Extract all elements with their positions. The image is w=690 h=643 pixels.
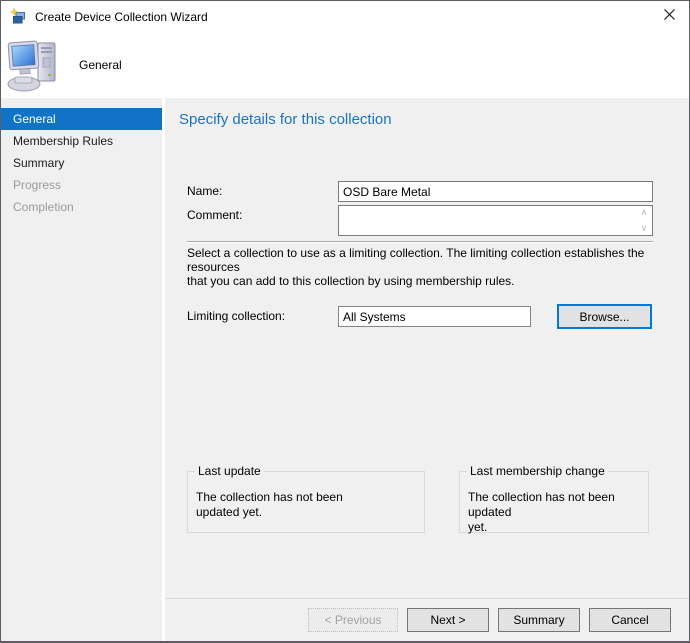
comment-scroll-up-icon[interactable]: ∧ (637, 208, 651, 217)
name-input[interactable] (338, 181, 653, 202)
last-membership-change-text: The collection has not been updated yet. (468, 490, 615, 534)
computer-icon (7, 36, 63, 94)
browse-button[interactable]: Browse... (557, 304, 652, 329)
last-update-title: Last update (195, 465, 264, 478)
last-update-groupbox: Last update The collection has not been … (187, 465, 425, 533)
wizard-steps-sidebar: General Membership Rules Summary Progres… (1, 98, 162, 641)
sidebar-item-general[interactable]: General (1, 108, 162, 130)
sidebar-item-progress: Progress (13, 178, 62, 192)
main-pane: Specify details for this collection Name… (165, 98, 689, 641)
footer-button-row: < Previous Next > Summary Cancel (308, 608, 671, 632)
close-icon (663, 8, 676, 26)
comment-input[interactable] (339, 206, 652, 235)
name-label: Name: (187, 184, 223, 198)
titlebar: Create Device Collection Wizard (1, 1, 689, 32)
wizard-header: General (1, 32, 689, 98)
next-button[interactable]: Next > (407, 608, 489, 632)
sidebar-item-completion: Completion (13, 200, 74, 214)
limiting-collection-input[interactable] (338, 306, 531, 327)
last-update-text: The collection has not been updated yet. (196, 490, 343, 519)
limiting-collection-description: Select a collection to use as a limiting… (187, 246, 645, 288)
comment-label: Comment: (187, 208, 243, 222)
comment-field-frame: ∧ ∨ (338, 205, 653, 236)
sidebar-item-summary[interactable]: Summary (1, 152, 162, 174)
summary-button[interactable]: Summary (498, 608, 580, 632)
sidebar-item-membership-rules[interactable]: Membership Rules (1, 130, 162, 152)
limiting-collection-label: Limiting collection: (187, 309, 286, 323)
footer-separator (165, 598, 689, 599)
window-title: Create Device Collection Wizard (35, 9, 208, 24)
create-device-collection-wizard-window: Create Device Collection Wizard General … (0, 0, 690, 643)
comment-scroll-down-icon[interactable]: ∨ (637, 224, 651, 233)
last-membership-change-title: Last membership change (467, 465, 608, 478)
cancel-button[interactable]: Cancel (589, 608, 671, 632)
section-separator (187, 241, 653, 243)
last-membership-change-groupbox: Last membership change The collection ha… (459, 465, 649, 534)
previous-button: < Previous (308, 608, 398, 632)
header-step-label: General (79, 58, 122, 72)
collection-wizard-icon (9, 7, 27, 25)
page-title: Specify details for this collection (179, 111, 392, 128)
close-button[interactable] (649, 1, 689, 32)
